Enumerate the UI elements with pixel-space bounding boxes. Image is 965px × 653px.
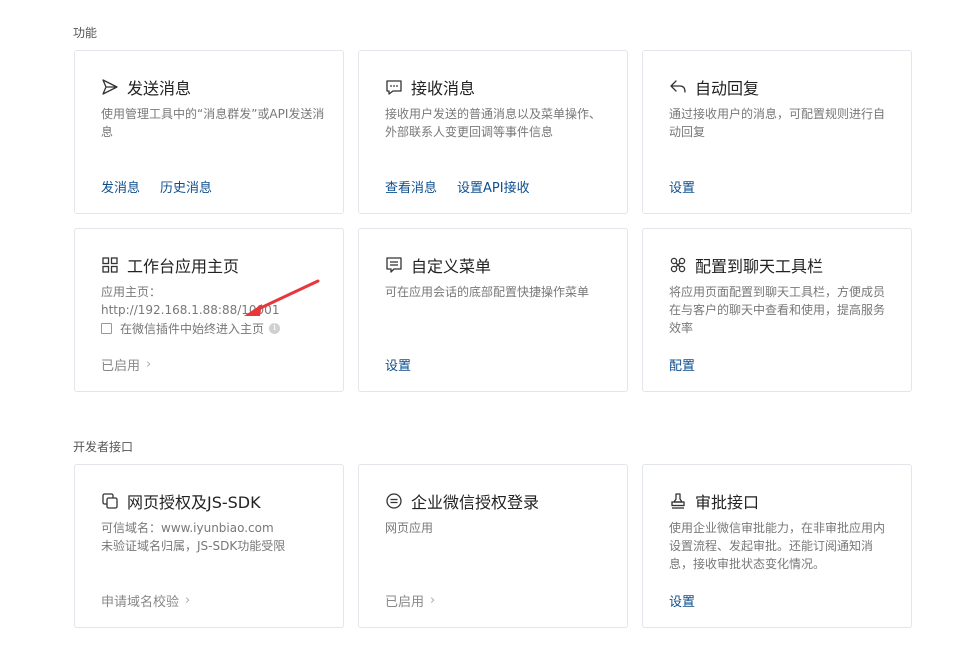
approval-settings-link[interactable]: 设置: [669, 591, 695, 610]
chevron-right-icon: ›: [430, 593, 436, 608]
paper-plane-icon: [101, 78, 119, 96]
always-enter-homepage-checkbox[interactable]: [101, 323, 112, 334]
verify-domain-label: 申请域名校验: [101, 595, 180, 610]
card-description: 通过接收用户的消息，可配置规则进行自动回复: [669, 107, 886, 139]
card-title: 工作台应用主页: [127, 257, 240, 276]
card-title: 发送消息: [127, 79, 192, 98]
card-description: 使用管理工具中的“消息群发”或API发送消息: [101, 107, 325, 139]
card-title: 审批接口: [695, 493, 760, 512]
custom-menu-settings-link[interactable]: 设置: [385, 355, 411, 374]
wecom-login-status-link[interactable]: 已启用 ›: [385, 591, 435, 610]
section-title-features: 功能: [73, 26, 98, 40]
info-icon[interactable]: i: [269, 323, 281, 334]
status-text: 已启用: [101, 359, 141, 374]
card-title: 自动回复: [695, 79, 760, 98]
trusted-domain-text: 可信域名：www.iyunbiao.com: [101, 521, 274, 535]
checkbox-label: 在微信插件中始终进入主页: [120, 322, 265, 336]
red-arrow-annotation: [244, 279, 320, 316]
card-title: 接收消息: [411, 79, 476, 98]
card-title: 自定义菜单: [411, 257, 492, 276]
card-custom-menu: 自定义菜单 可在应用会话的底部配置快捷操作菜单 设置: [358, 228, 628, 392]
card-chat-toolbar: 配置到聊天工具栏 将应用页面配置到聊天工具栏，方便成员在与客户的聊天中查看和使用…: [642, 228, 912, 392]
card-description: 可在应用会话的底部配置快捷操作菜单: [385, 285, 590, 299]
copy-icon: [101, 492, 119, 510]
stamp-icon: [669, 492, 687, 510]
card-web-auth-jssdk: 网页授权及JS-SDK 可信域名：www.iyunbiao.com 未验证域名归…: [74, 464, 344, 628]
card-description: 接收用户发送的普通消息以及菜单操作、外部联系人变更回调等事件信息: [385, 107, 602, 139]
card-description: 将应用页面配置到聊天工具栏，方便成员在与客户的聊天中查看和使用，提高服务效率: [669, 285, 886, 335]
reply-arrow-icon: [669, 78, 687, 96]
domain-unverified-text: 未验证域名归属，JS-SDK功能受限: [101, 539, 286, 553]
chevron-right-icon: ›: [185, 593, 191, 608]
auto-reply-settings-link[interactable]: 设置: [669, 177, 695, 196]
card-description: 网页应用: [385, 521, 434, 535]
message-history-link[interactable]: 历史消息: [160, 177, 212, 196]
workbench-status-link[interactable]: 已启用 ›: [101, 355, 151, 374]
verify-domain-link[interactable]: 申请域名校验 ›: [101, 591, 190, 610]
chat-bubble-icon: [385, 78, 403, 96]
grid-icon: [101, 256, 119, 274]
status-text: 已启用: [385, 595, 425, 610]
puzzle-icon: [669, 256, 687, 274]
menu-icon: [385, 256, 403, 274]
send-message-link[interactable]: 发消息: [101, 177, 140, 196]
set-api-receive-link[interactable]: 设置API接收: [457, 177, 530, 196]
section-title-developer: 开发者接口: [73, 440, 134, 454]
chevron-right-icon: ›: [146, 357, 152, 372]
card-receive-message: 接收消息 接收用户发送的普通消息以及菜单操作、外部联系人变更回调等事件信息 查看…: [358, 50, 628, 214]
card-title: 企业微信授权登录: [411, 493, 540, 512]
card-description: 可信域名：www.iyunbiao.com 未验证域名归属，JS-SDK功能受限: [101, 519, 326, 555]
card-auto-reply: 自动回复 通过接收用户的消息，可配置规则进行自动回复 设置: [642, 50, 912, 214]
card-title: 配置到聊天工具栏: [695, 257, 824, 276]
card-title: 网页授权及JS-SDK: [127, 493, 261, 512]
card-description: 使用企业微信审批能力，在非审批应用内设置流程、发起审批。还能订阅通知消息，接收审…: [669, 521, 886, 571]
chat-toolbar-config-link[interactable]: 配置: [669, 355, 695, 374]
card-wecom-login: 企业微信授权登录 网页应用 已启用 ›: [358, 464, 628, 628]
card-send-message: 发送消息 使用管理工具中的“消息群发”或API发送消息 发消息 历史消息: [74, 50, 344, 214]
view-messages-link[interactable]: 查看消息: [385, 177, 437, 196]
card-approval-api: 审批接口 使用企业微信审批能力，在非审批应用内设置流程、发起审批。还能订阅通知消…: [642, 464, 912, 628]
equal-circle-icon: [385, 492, 403, 510]
